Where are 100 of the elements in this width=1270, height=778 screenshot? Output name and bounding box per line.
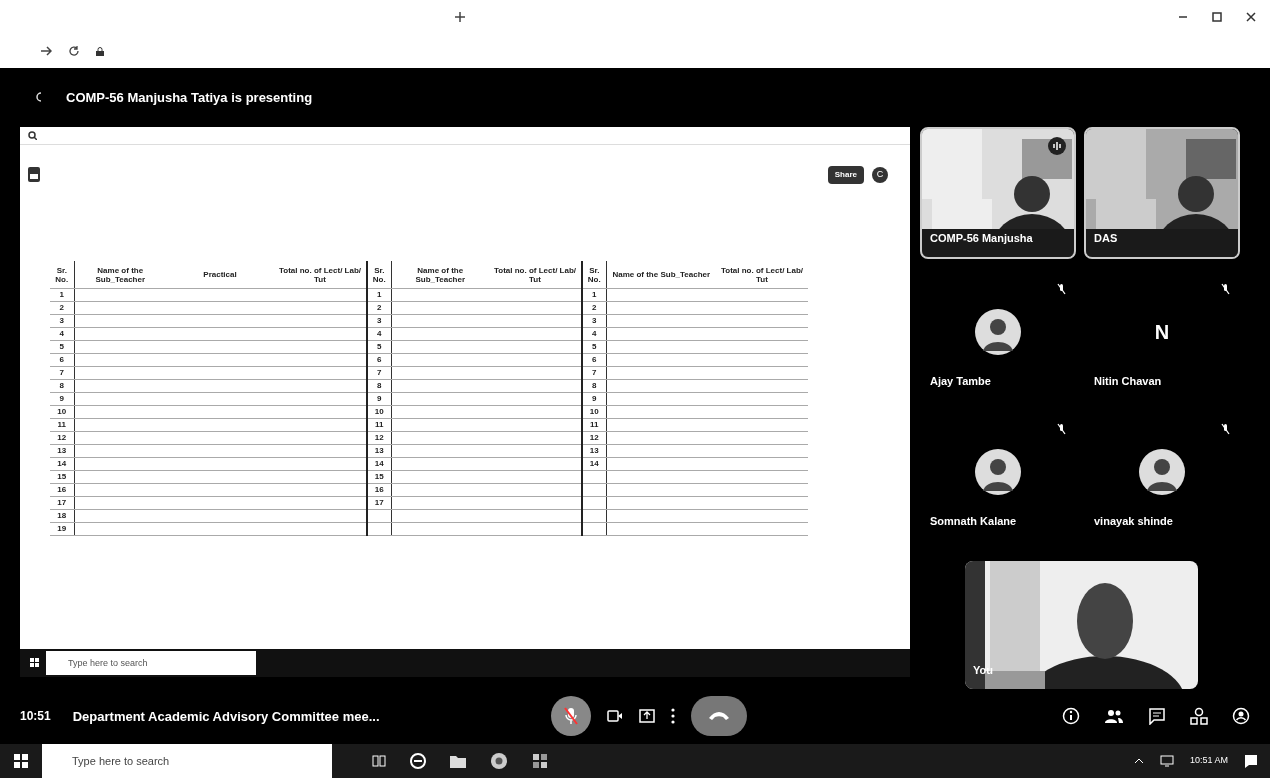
serial-number-cell: 3 — [367, 314, 391, 328]
serial-number-cell: 4 — [367, 327, 391, 341]
task-view-icon[interactable] — [372, 755, 386, 767]
serial-number-cell: 6 — [582, 353, 606, 367]
serial-number-cell: 10 — [582, 405, 606, 419]
host-controls-button[interactable] — [1232, 707, 1250, 726]
serial-number-cell: 13 — [50, 444, 74, 458]
serial-number-cell: 1 — [582, 288, 606, 302]
notification-icon[interactable] — [1244, 754, 1258, 768]
taskbar-search-field[interactable]: Type here to search — [46, 650, 256, 675]
column-header: Name of the Sub_Teacher — [606, 260, 716, 289]
present-screen-button[interactable] — [638, 709, 655, 724]
serial-number-cell: 15 — [367, 470, 391, 484]
serial-number-cell: 5 — [582, 340, 606, 354]
serial-number-cell: 9 — [582, 392, 606, 406]
serial-number-cell: 6 — [367, 353, 391, 367]
reload-icon[interactable] — [68, 45, 80, 57]
serial-number-cell: 16 — [50, 483, 74, 497]
folder-icon[interactable] — [450, 754, 466, 768]
serial-number-cell: 17 — [367, 496, 391, 510]
serial-number-cell: 13 — [367, 444, 391, 458]
serial-number-cell: 3 — [582, 314, 606, 328]
column-header: Total no. of Lect/ Lab/ Tut — [716, 260, 808, 289]
account-avatar[interactable]: C — [872, 166, 888, 183]
info-button[interactable] — [1062, 707, 1080, 726]
serial-number-cell: 5 — [367, 340, 391, 354]
sheets-file-icon — [28, 167, 40, 183]
windows-logo-icon[interactable] — [14, 754, 28, 768]
mic-off-icon — [563, 707, 578, 726]
search-icon — [28, 130, 37, 140]
serial-number-cell: 15 — [50, 470, 74, 484]
serial-number-cell: 2 — [367, 301, 391, 315]
phone-icon — [707, 711, 730, 722]
serial-number-cell: 8 — [582, 379, 606, 393]
people-button[interactable] — [1104, 708, 1124, 725]
serial-number-cell: 5 — [50, 340, 74, 354]
participant-name: Ajay Tambe — [930, 373, 991, 389]
lock-icon — [96, 46, 104, 56]
microphone-button[interactable] — [550, 696, 591, 737]
participant-name: vinayak shinde — [1094, 513, 1173, 529]
serial-number-cell: 11 — [367, 418, 391, 432]
serial-number-cell: 1 — [50, 288, 74, 302]
presenting-message: COMP-56 Manjusha Tatiya is presenting — [66, 88, 313, 107]
meeting-title: Department Academic Advisory Committee mee... — [72, 707, 381, 726]
serial-number-cell: 4 — [50, 327, 74, 341]
serial-number-cell: 12 — [582, 431, 606, 445]
new-tab-icon[interactable] — [454, 11, 466, 23]
avatar-letter: N — [1154, 319, 1170, 344]
serial-number-cell: 6 — [50, 353, 74, 367]
serial-number-cell: 8 — [367, 379, 391, 393]
serial-number-cell: 7 — [367, 366, 391, 380]
chat-button[interactable] — [1148, 707, 1166, 726]
taskbar-search-field[interactable]: Type here to search — [42, 744, 332, 778]
column-header: Sr. No. — [367, 260, 391, 289]
serial-number-cell: 11 — [50, 418, 74, 432]
avatar — [1139, 448, 1185, 495]
participant-name: COMP-56 Manjusha — [930, 231, 1033, 247]
end-call-button[interactable] — [690, 696, 747, 737]
meeting-time: 10:51 — [20, 708, 51, 726]
column-header: Practical — [166, 260, 274, 289]
serial-number-cell: 11 — [582, 418, 606, 432]
serial-number-cell: 18 — [50, 509, 74, 523]
serial-number-cell: 2 — [50, 301, 74, 315]
serial-number-cell: 13 — [582, 444, 606, 458]
column-header: Sr. No. — [50, 260, 74, 289]
maximize-icon[interactable] — [1212, 12, 1222, 22]
forward-arrow-icon[interactable] — [40, 46, 52, 56]
share-button[interactable]: Share — [827, 165, 864, 184]
chevron-up-icon[interactable] — [1133, 758, 1144, 764]
column-header: Name of the Sub_Teacher — [74, 260, 166, 289]
app-icon[interactable] — [532, 753, 548, 769]
serial-number-cell: 19 — [50, 522, 74, 536]
activities-button[interactable] — [1190, 707, 1208, 726]
close-icon[interactable] — [1246, 12, 1256, 22]
serial-number-cell: 12 — [367, 431, 391, 445]
column-header: Total no. of Lect/ Lab/ Tut — [274, 260, 366, 289]
clock[interactable]: 10:51 AM — [1189, 754, 1228, 768]
column-header: Total no. of Lect/ Lab/ Tut — [489, 260, 581, 289]
serial-number-cell: 4 — [582, 327, 606, 341]
participant-name: Somnath Kalane — [930, 513, 1017, 529]
serial-number-cell: 3 — [50, 314, 74, 328]
serial-number-cell: 7 — [582, 366, 606, 380]
serial-number-cell: 7 — [50, 366, 74, 380]
windows-logo-icon[interactable] — [30, 657, 40, 668]
serial-number-cell: 12 — [50, 431, 74, 445]
serial-number-cell: 14 — [367, 457, 391, 471]
serial-number-cell: 16 — [367, 483, 391, 497]
column-header: Name of the Sub_Teacher — [391, 260, 489, 289]
more-options-button[interactable] — [670, 708, 675, 725]
serial-number-cell: 10 — [367, 405, 391, 419]
serial-number-cell: 1 — [367, 288, 391, 302]
participant-name: Nitin Chavan — [1094, 373, 1162, 389]
serial-number-cell: 14 — [50, 457, 74, 471]
serial-number-cell: 9 — [50, 392, 74, 406]
serial-number-cell: 8 — [50, 379, 74, 393]
avatar — [975, 448, 1021, 495]
serial-number-cell: 14 — [582, 457, 606, 471]
participant-name: DAS — [1094, 231, 1118, 247]
serial-number-cell: 2 — [582, 301, 606, 315]
camera-button[interactable] — [606, 710, 623, 723]
